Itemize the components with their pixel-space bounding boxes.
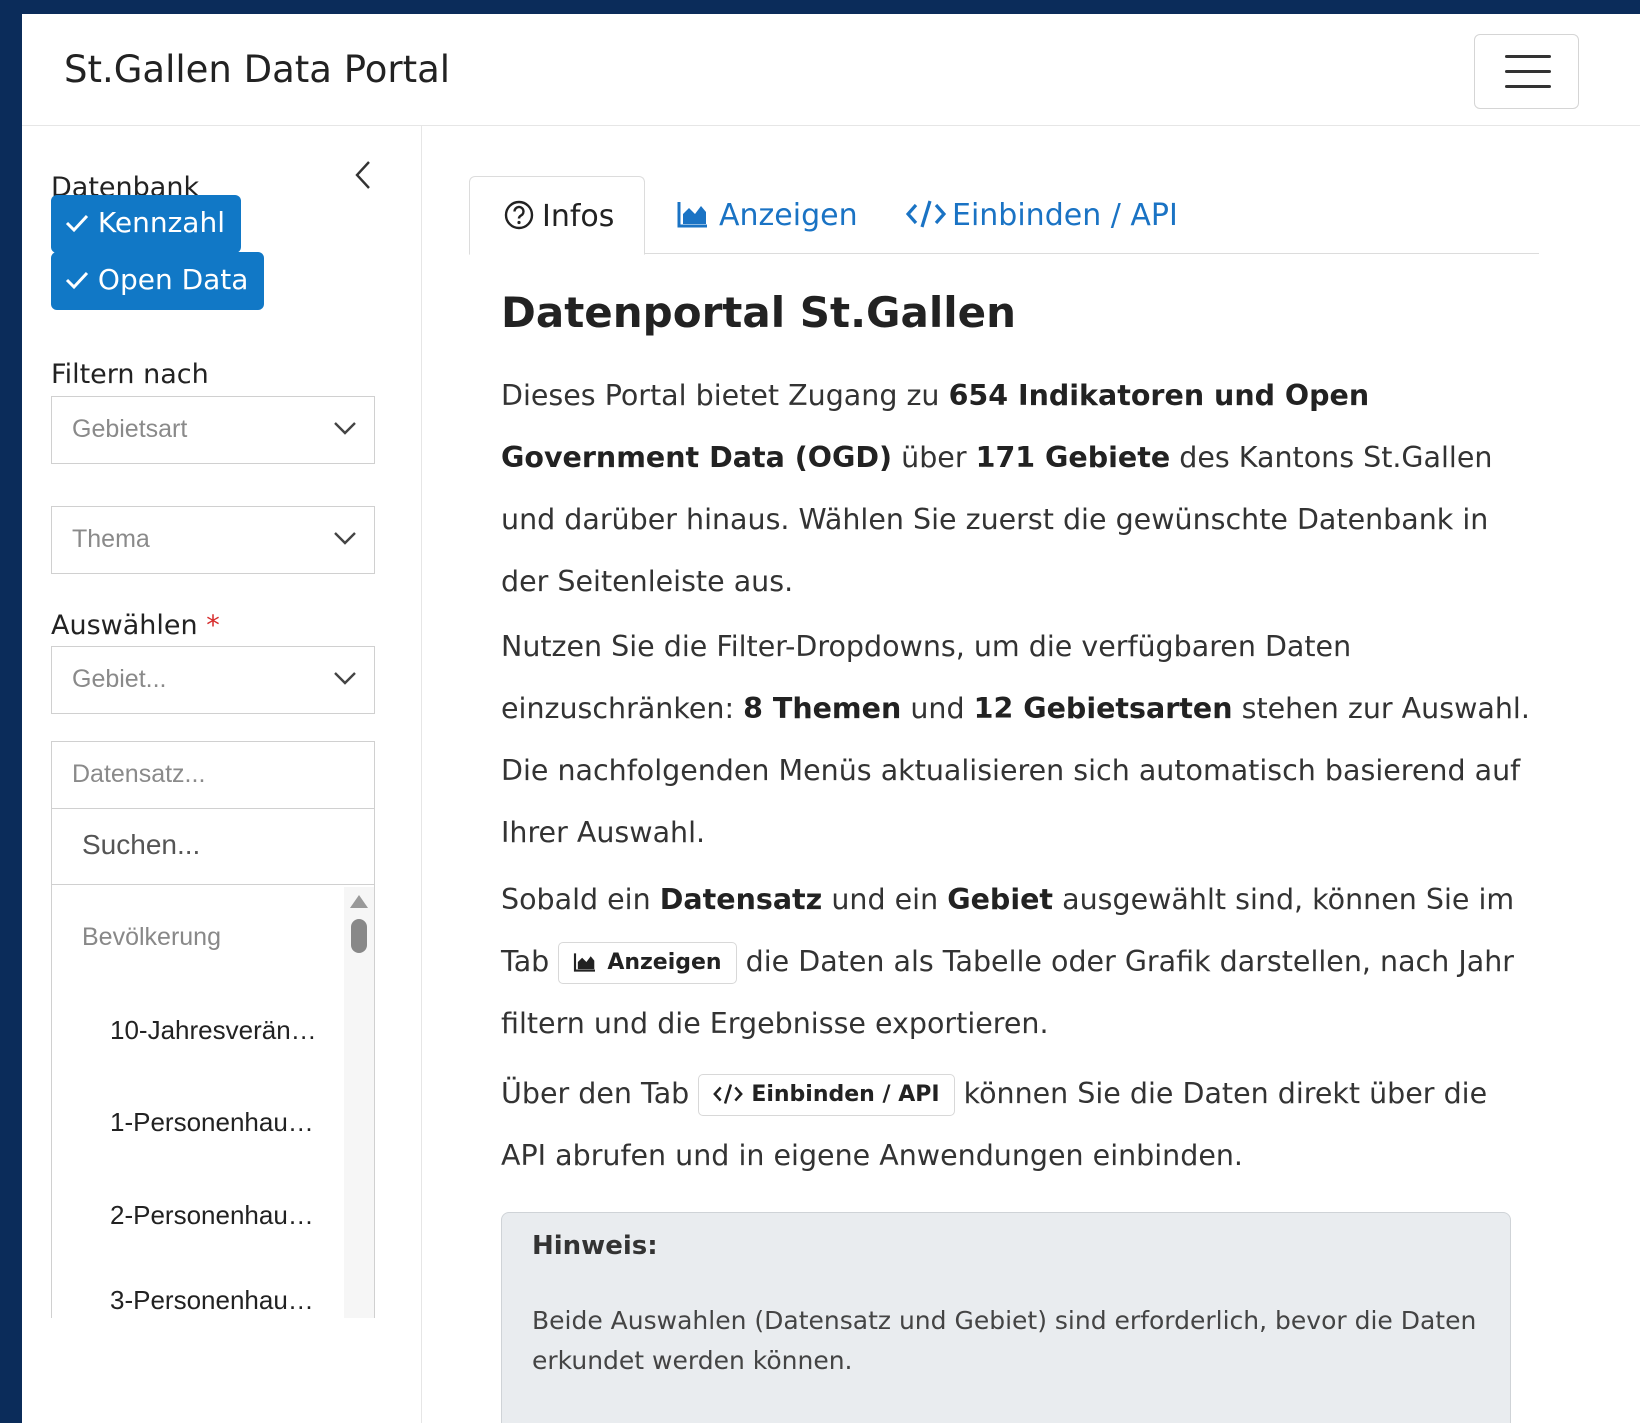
app-title[interactable]: St.Gallen Data Portal [64, 48, 450, 91]
chip-open-data[interactable]: Open Data [51, 252, 265, 310]
scroll-up-arrow-icon[interactable] [350, 895, 368, 908]
intro-paragraph: Dieses Portal bietet Zugang zu 654 Indik… [501, 379, 1493, 598]
datensatz-select[interactable]: Datensatz... [51, 741, 375, 809]
sidebar: Datenbank Kennzahl Open Data Filtern nac… [22, 126, 422, 1423]
gebiet-placeholder: Gebiet... [72, 665, 167, 693]
inline-anzeigen-badge: Anzeigen [558, 942, 737, 984]
chevron-down-icon [334, 532, 356, 545]
gebietsart-select[interactable]: Gebietsart [51, 396, 375, 464]
option-group-label: Bevölkerung [82, 923, 221, 951]
list-item[interactable]: 10-Jahresverän… [110, 1015, 317, 1046]
chevron-down-icon [334, 672, 356, 685]
tab-anzeigen[interactable]: Anzeigen [677, 176, 858, 254]
chip-label: Kennzahl [97, 206, 225, 239]
search-placeholder: Suchen... [82, 829, 201, 860]
datensatz-placeholder: Datensatz... [72, 760, 206, 788]
page-title: Datenportal St.Gallen [501, 288, 1017, 337]
hint-body: Beide Auswahlen (Datensatz und Gebiet) s… [532, 1306, 1477, 1375]
tab-bar: Infos Anzeigen Einbinden / API [469, 176, 1539, 255]
inline-einbinden-badge: Einbinden / API [698, 1074, 955, 1116]
app-window: St.Gallen Data Portal Datenbank Kennzahl… [22, 14, 1640, 1423]
collapse-sidebar-icon[interactable] [352, 158, 374, 201]
tab-label: Anzeigen [719, 198, 858, 233]
anzeigen-paragraph: Sobald ein Datensatz und ein Gebiet ausg… [501, 883, 1515, 1040]
dropdown-search-input[interactable]: Suchen... [52, 809, 374, 885]
tab-einbinden-api[interactable]: Einbinden / API [905, 176, 1178, 254]
filter-paragraph: Nutzen Sie die Filter-Dropdowns, um die … [501, 630, 1530, 849]
main-content: Infos Anzeigen Einbinden / API Datenport… [423, 126, 1640, 1423]
area-chart-icon [574, 953, 596, 972]
area-chart-icon [677, 202, 707, 228]
thema-placeholder: Thema [72, 525, 150, 553]
scrollbar-thumb[interactable] [351, 919, 367, 953]
question-circle-icon [504, 200, 534, 230]
datensatz-dropdown-list: Suchen... Bevölkerung 10-Jahresverän… 1-… [51, 808, 375, 1318]
gebietsart-placeholder: Gebietsart [72, 415, 188, 443]
tab-label: Einbinden / API [952, 198, 1178, 233]
filter-label: Filtern nach [51, 359, 209, 390]
hamburger-menu-button[interactable] [1474, 34, 1579, 109]
api-paragraph: Über den Tab Einbinden / API können Sie … [501, 1063, 1541, 1187]
code-icon [905, 200, 947, 228]
required-marker: * [206, 610, 220, 641]
chip-label: Open Data [97, 263, 249, 296]
tab-label: Infos [542, 199, 615, 234]
thema-select[interactable]: Thema [51, 506, 375, 574]
list-item[interactable]: 2-Personenhau… [110, 1200, 314, 1231]
navbar: St.Gallen Data Portal [22, 14, 1640, 126]
list-item[interactable]: 1-Personenhau… [110, 1107, 314, 1138]
list-item[interactable]: 3-Personenhau… [110, 1285, 314, 1316]
tab-infos[interactable]: Infos [469, 176, 645, 255]
check-icon [65, 271, 89, 290]
hint-title: Hinweis: [532, 1231, 658, 1261]
menu-icon [1505, 55, 1551, 58]
chevron-down-icon [334, 422, 356, 435]
gebiet-select[interactable]: Gebiet... [51, 646, 375, 714]
hint-box: Hinweis: Beide Auswahlen (Datensatz und … [501, 1212, 1511, 1423]
check-icon [65, 214, 89, 233]
chip-kennzahl[interactable]: Kennzahl [51, 195, 241, 253]
auswaehlen-label: Auswählen * [51, 610, 220, 641]
code-icon [713, 1084, 744, 1104]
